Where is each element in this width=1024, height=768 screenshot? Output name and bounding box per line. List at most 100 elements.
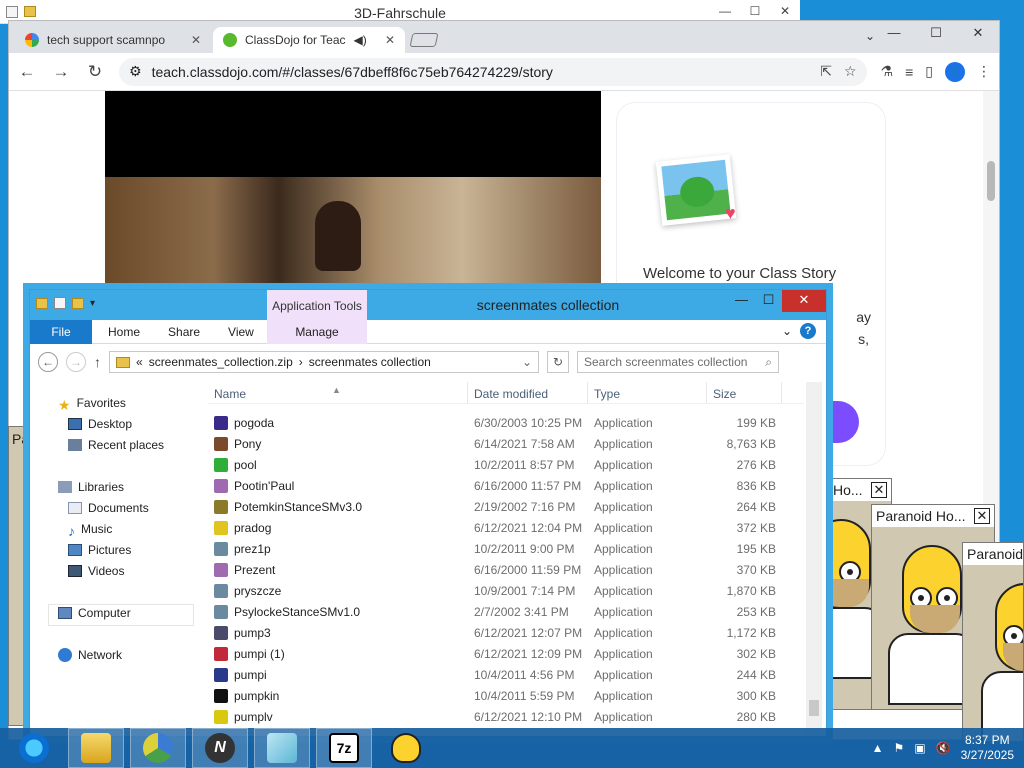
taskbar-homer[interactable] (378, 728, 434, 768)
table-row[interactable]: PotemkinStanceSMv3.0 2/19/2002 7:16 PM App… (208, 496, 804, 517)
share-icon[interactable]: ⇱ (820, 63, 832, 80)
table-row[interactable]: pump3 6/12/2021 12:07 PM Application 1,172 … (208, 622, 804, 643)
nav-libraries[interactable]: Libraries (58, 480, 124, 494)
customize-toolbar-icon[interactable]: ▾ (90, 298, 95, 309)
menu-icon[interactable]: ⋮ (977, 63, 991, 80)
table-row[interactable]: pumpi (1) 6/12/2021 12:09 PM Application 30… (208, 643, 804, 664)
address-bar[interactable]: ⚙ teach.classdojo.com/#/classes/67dbeff8… (119, 57, 867, 86)
screenmate-window-3[interactable]: Paranoid (962, 542, 1024, 742)
tab-home[interactable]: Home (94, 325, 154, 339)
help-icon[interactable]: ? (800, 323, 816, 339)
bg-maximize-button[interactable]: ☐ (740, 0, 770, 22)
table-row[interactable]: pumpi 10/4/2011 4:56 PM Application 244 KB (208, 664, 804, 685)
close-button[interactable]: ✕ (957, 21, 999, 47)
back-button[interactable]: ← (38, 352, 58, 372)
profile-icon[interactable]: 👤 (945, 61, 965, 82)
forward-button[interactable]: → (51, 62, 71, 82)
audio-icon[interactable]: ◀) (354, 33, 367, 47)
tab-share[interactable]: Share (154, 325, 214, 339)
reload-button[interactable]: ↻ (85, 62, 105, 82)
back-button[interactable]: ← (17, 62, 37, 82)
new-folder-icon[interactable] (72, 297, 84, 309)
table-row[interactable]: pumplv 6/12/2021 12:10 PM Application 280 K… (208, 706, 804, 727)
taskbar-app-n[interactable]: N (192, 728, 248, 768)
table-row[interactable]: prez1p 10/2/2011 9:00 PM Application 195 KB (208, 538, 804, 559)
breadcrumb-folder[interactable]: screenmates collection (309, 355, 431, 369)
taskbar-file-explorer[interactable] (68, 728, 124, 768)
tab-manage[interactable]: Manage (267, 320, 367, 344)
close-icon[interactable]: ✕ (191, 33, 201, 47)
bookmark-star-icon[interactable]: ☆ (844, 63, 857, 80)
action-center-icon[interactable]: ⚑ (894, 741, 905, 755)
maximize-button[interactable]: ☐ (755, 290, 782, 312)
taskbar-internet-explorer[interactable] (6, 728, 62, 768)
extension-icon[interactable]: ⚗ (881, 63, 894, 80)
file-list-scrollbar[interactable] (806, 382, 822, 736)
tab-classdojo[interactable]: ClassDojo for Teac ◀) ✕ (213, 27, 405, 53)
table-row[interactable]: PsylockeStanceSMv1.0 2/7/2002 3:41 PM Appl… (208, 601, 804, 622)
clock[interactable]: 8:37 PM 3/27/2025 (961, 733, 1014, 763)
bg-close-button[interactable]: ✕ (770, 0, 800, 22)
volume-muted-icon[interactable]: 🔇 (936, 741, 951, 755)
file-name: pump3 (234, 625, 271, 640)
taskbar-glass[interactable] (254, 728, 310, 768)
tab-file[interactable]: File (30, 319, 92, 344)
search-input[interactable]: Search screenmates collection ⌕ (577, 351, 779, 373)
close-button[interactable]: ✕ (782, 290, 826, 312)
site-info-icon[interactable]: ⚙ (129, 63, 142, 80)
close-icon[interactable]: ✕ (385, 33, 395, 47)
refresh-button[interactable]: ↻ (547, 351, 569, 373)
new-tab-button[interactable] (409, 33, 439, 47)
breadcrumb-separator[interactable]: › (299, 355, 303, 369)
table-row[interactable]: pool 10/2/2011 8:57 PM Application 276 KB (208, 454, 804, 475)
table-row[interactable]: pumpkin 10/4/2011 5:59 PM Application 300 K… (208, 685, 804, 706)
nav-music[interactable]: ♪ Music (68, 522, 112, 539)
taskbar-chrome[interactable] (130, 728, 186, 768)
breadcrumb-zip[interactable]: screenmates_collection.zip (149, 355, 293, 369)
maximize-button[interactable]: ☐ (915, 21, 957, 47)
bg-minimize-button[interactable]: — (710, 0, 740, 22)
nav-videos[interactable]: Videos (68, 564, 124, 578)
table-row[interactable]: pogoda 6/30/2003 10:25 PM Application 199 K… (208, 412, 804, 433)
chevron-down-icon[interactable]: ⌄ (522, 355, 532, 369)
tab-view[interactable]: View (214, 325, 268, 339)
nav-recent-places[interactable]: Recent places (68, 438, 164, 452)
file-type: Application (594, 541, 653, 556)
close-icon[interactable]: ✕ (974, 508, 990, 524)
nav-documents[interactable]: Documents (68, 501, 149, 515)
column-name[interactable]: Name ▲ (208, 382, 468, 403)
screenmate-window-left[interactable]: Pa (8, 426, 30, 726)
table-row[interactable]: pryszcze 10/9/2001 7:14 PM Application 1,87… (208, 580, 804, 601)
table-row[interactable]: Pootin'Paul 6/16/2000 11:57 PM Application… (208, 475, 804, 496)
table-row[interactable]: Pony 6/14/2021 7:58 AM Application 8,763 KB (208, 433, 804, 454)
tab-tech-support[interactable]: tech support scamnpo ✕ (15, 27, 211, 53)
expand-ribbon-icon[interactable]: ⌄ (782, 324, 792, 338)
minimize-button[interactable]: — (728, 290, 755, 312)
nav-pictures[interactable]: Pictures (68, 543, 131, 557)
table-row[interactable]: pradog 6/12/2021 12:04 PM Application 372 K… (208, 517, 804, 538)
scroll-thumb[interactable] (987, 161, 995, 201)
forward-button[interactable]: → (66, 352, 86, 372)
nav-computer[interactable]: Computer (58, 606, 131, 620)
reading-list-icon[interactable]: ≡ (905, 64, 913, 80)
scroll-thumb[interactable] (809, 700, 819, 716)
show-hidden-icons[interactable]: ▲ (872, 741, 884, 755)
taskbar-7zip[interactable]: 7z (316, 728, 372, 768)
nav-desktop[interactable]: Desktop (68, 417, 132, 431)
close-icon[interactable]: ✕ (871, 482, 887, 498)
search-icon[interactable]: ⌕ (765, 355, 772, 370)
column-size[interactable]: Size (707, 382, 782, 403)
network-tray-icon[interactable]: ▣ (914, 741, 925, 755)
nav-favorites[interactable]: ★ Favorites (58, 396, 126, 413)
story-video[interactable] (105, 91, 601, 291)
side-panel-icon[interactable]: ▯ (925, 63, 933, 80)
breadcrumb-overflow[interactable]: « (136, 355, 143, 369)
up-button[interactable]: ↑ (94, 354, 101, 370)
address-bar[interactable]: « screenmates_collection.zip › screenmat… (109, 351, 539, 373)
properties-icon[interactable] (54, 297, 66, 309)
table-row[interactable]: Prezent 6/16/2000 11:59 PM Application 370 … (208, 559, 804, 580)
column-type[interactable]: Type (588, 382, 707, 403)
minimize-button[interactable]: — (873, 21, 915, 47)
nav-network[interactable]: Network (58, 648, 122, 662)
column-date[interactable]: Date modified (468, 382, 588, 403)
